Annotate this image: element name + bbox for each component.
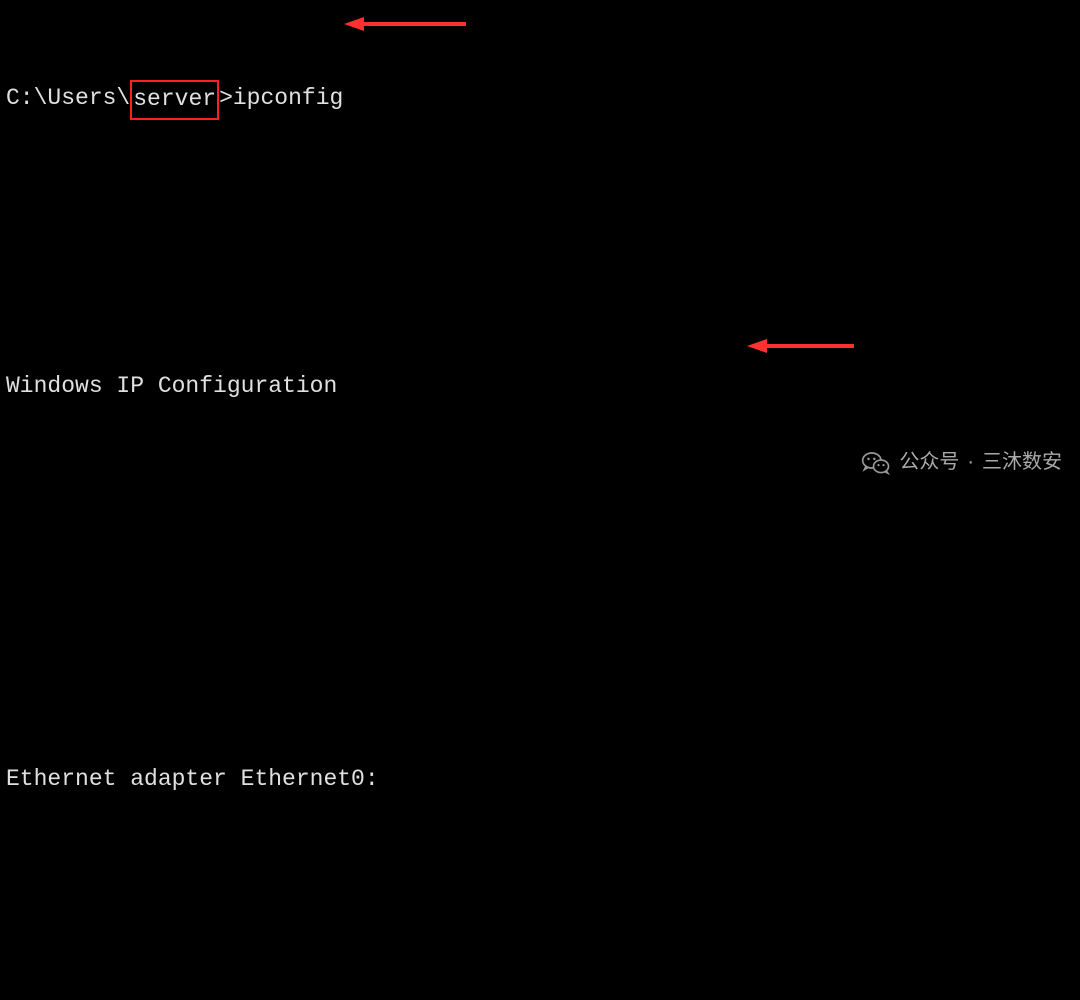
path-prefix: C:\Users\ — [6, 85, 130, 111]
prompt-separator: > — [219, 85, 233, 111]
terminal-output[interactable]: C:\Users\server>ipconfig Windows IP Conf… — [0, 0, 1080, 1000]
watermark-separator: · — [967, 447, 974, 478]
blank-line — [6, 511, 1074, 547]
watermark: 公众号 · 三沐数安 — [861, 447, 1062, 478]
prompt-line-1: C:\Users\server>ipconfig — [6, 79, 1074, 119]
ip-config-header: Windows IP Configuration — [6, 369, 1074, 405]
watermark-label: 公众号 — [899, 447, 959, 478]
watermark-name: 三沐数安 — [982, 447, 1062, 478]
command-text: ipconfig — [233, 85, 343, 111]
wechat-icon — [861, 448, 891, 478]
blank-line — [6, 619, 1074, 655]
adapter-name: Ethernet adapter Ethernet0: — [6, 762, 1074, 798]
blank-line — [6, 226, 1074, 262]
blank-line — [6, 904, 1074, 940]
username-highlight: server — [130, 80, 219, 120]
